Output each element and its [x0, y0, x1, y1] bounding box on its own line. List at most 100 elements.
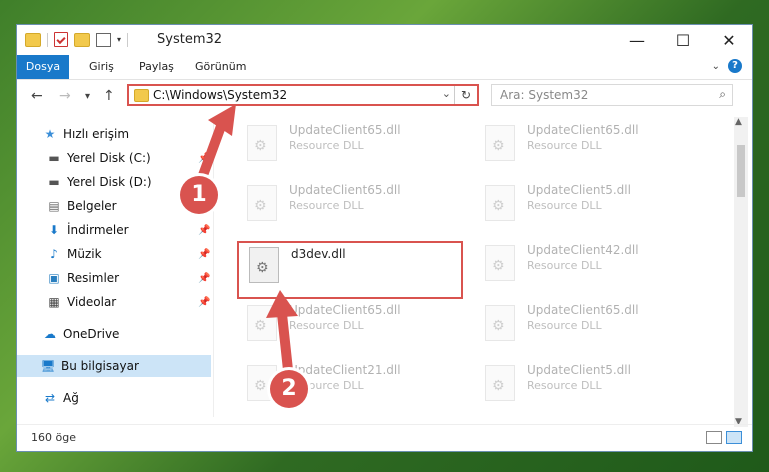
minimize-button[interactable]: — [614, 25, 660, 55]
file-item[interactable]: UpdateClient42.dll Resource DLL [475, 239, 675, 289]
sidebar-item-label: OneDrive [63, 327, 120, 341]
back-arrow-icon[interactable]: ← [31, 88, 43, 104]
file-item[interactable]: UpdateClient21.dll Resource DLL [237, 359, 437, 409]
file-type: Resource DLL [289, 199, 364, 212]
highlighted-file-item[interactable]: d3dev.dll [237, 241, 463, 299]
sidebar-item-documents[interactable]: ▤ Belgeler [47, 195, 117, 217]
pin-icon[interactable]: 📌 [198, 153, 210, 164]
sidebar-item-network[interactable]: ⇄ Ağ [43, 387, 79, 409]
computer-icon: 🖥 [40, 359, 56, 373]
maximize-button[interactable]: ☐ [660, 25, 706, 55]
new-folder-icon[interactable] [74, 32, 90, 47]
dll-file-icon [247, 305, 277, 341]
close-button[interactable]: ✕ [706, 25, 752, 55]
file-item[interactable]: UpdateClient65.dll Resource DLL [475, 119, 675, 169]
window-title: System32 [157, 32, 223, 47]
sidebar-item-label: Yerel Disk (C:) [67, 151, 151, 165]
dll-file-icon [247, 185, 277, 221]
quick-access-toolbar: ▾ [25, 32, 129, 47]
network-icon: ⇄ [44, 391, 56, 405]
status-bar: 160 öge [17, 424, 752, 451]
chevron-down-icon[interactable]: ⌄ [442, 87, 451, 100]
sidebar-item-quick-access[interactable]: ★ Hızlı erişim [43, 123, 129, 145]
tiles-view-icon[interactable] [726, 431, 742, 444]
file-type: Resource DLL [289, 319, 364, 332]
address-bar[interactable]: C:\Windows\System32 ⌄ ↻ [127, 84, 479, 106]
address-path[interactable]: C:\Windows\System32 [153, 88, 287, 102]
file-item-d3dev[interactable]: d3dev.dll [239, 243, 439, 293]
sidebar-item-this-pc[interactable]: 🖥 Bu bilgisayar [17, 355, 211, 377]
sidebar-item-label: Ağ [63, 391, 79, 405]
scroll-up-icon[interactable]: ▲ [735, 117, 742, 127]
pin-icon[interactable]: 📌 [198, 273, 210, 284]
drive-icon: ▬ [48, 175, 60, 189]
recent-chevron-icon[interactable]: ▾ [85, 91, 90, 102]
documents-icon: ▤ [48, 199, 60, 213]
sidebar-item-pictures[interactable]: ▣ Resimler [47, 267, 119, 289]
pin-icon[interactable]: 📌 [198, 249, 210, 260]
tab-file[interactable]: Dosya [17, 55, 69, 79]
separator [47, 32, 48, 47]
file-item[interactable]: UpdateClient5.dll Resource DLL [475, 359, 675, 409]
file-item[interactable]: UpdateClient65.dll Resource DLL [475, 299, 675, 349]
navigation-pane: ★ Hızlı erişim ▬ Yerel Disk (C:) 📌 ▬ Yer… [17, 117, 214, 417]
sidebar-item-label: Bu bilgisayar [61, 359, 139, 373]
dll-file-icon [249, 247, 279, 283]
file-name: UpdateClient42.dll [527, 243, 639, 257]
sidebar-item-disk-d[interactable]: ▬ Yerel Disk (D:) [47, 171, 152, 193]
chevron-down-icon[interactable]: ▾ [117, 35, 121, 44]
help-icon[interactable]: ? [728, 59, 742, 73]
pin-icon[interactable]: 📌 [198, 297, 210, 308]
file-name: UpdateClient5.dll [527, 363, 631, 377]
sidebar-item-downloads[interactable]: ⬇ İndirmeler [47, 219, 129, 241]
dll-file-icon [485, 365, 515, 401]
view-icon[interactable] [96, 32, 111, 47]
sidebar-item-label: Belgeler [67, 199, 117, 213]
file-item[interactable]: UpdateClient65.dll Resource DLL [237, 179, 437, 229]
dll-file-icon [485, 185, 515, 221]
file-type: Resource DLL [289, 139, 364, 152]
file-name: UpdateClient21.dll [289, 363, 401, 377]
sidebar-item-label: Müzik [67, 247, 102, 261]
dll-file-icon [247, 125, 277, 161]
file-type: Resource DLL [527, 139, 602, 152]
separator [127, 32, 129, 47]
pin-icon[interactable]: 📌 [198, 225, 210, 236]
sidebar-item-onedrive[interactable]: ☁ OneDrive [43, 323, 119, 345]
ribbon-tabs: Dosya Giriş Paylaş Görünüm ⌄ ? [17, 55, 752, 80]
refresh-icon[interactable]: ↻ [454, 86, 477, 104]
up-arrow-icon[interactable]: ↑ [103, 88, 115, 104]
properties-icon[interactable] [54, 32, 68, 47]
file-item[interactable]: UpdateClient65.dll Resource DLL [237, 299, 437, 349]
tab-home[interactable]: Giriş [89, 55, 114, 79]
vertical-scrollbar[interactable]: ▲ ▼ [734, 117, 748, 427]
sidebar-item-videos[interactable]: ▦ Videolar [47, 291, 116, 313]
search-input[interactable]: Ara: System32 ⌕ [491, 84, 733, 106]
dll-file-icon [485, 305, 515, 341]
sidebar-item-label: Resimler [67, 271, 120, 285]
chevron-down-icon[interactable]: ⌄ [712, 61, 720, 72]
tab-share[interactable]: Paylaş [139, 55, 174, 79]
forward-arrow-icon[interactable]: → [59, 88, 71, 104]
file-item[interactable]: UpdateClient65.dll Resource DLL [237, 119, 437, 169]
file-item[interactable]: UpdateClient5.dll Resource DLL [475, 179, 675, 229]
cloud-icon: ☁ [44, 327, 56, 341]
sidebar-item-label: Hızlı erişim [63, 127, 130, 141]
step-marker-1: 1 [180, 176, 218, 214]
scrollbar-thumb[interactable] [737, 145, 745, 197]
drive-icon: ▬ [48, 151, 60, 165]
file-name: UpdateClient65.dll [289, 303, 401, 317]
video-icon: ▦ [48, 295, 60, 309]
sidebar-item-label: Yerel Disk (D:) [67, 175, 152, 189]
navigation-bar: ← → ▾ ↑ C:\Windows\System32 ⌄ ↻ Ara: Sys… [17, 80, 752, 114]
search-placeholder: Ara: System32 [500, 88, 589, 102]
details-view-icon[interactable] [706, 431, 722, 444]
search-icon[interactable]: ⌕ [719, 87, 726, 102]
tab-view[interactable]: Görünüm [195, 55, 246, 79]
file-name: UpdateClient65.dll [289, 123, 401, 137]
title-bar: ▾ System32 — ☐ ✕ [17, 25, 752, 55]
sidebar-item-music[interactable]: ♪ Müzik [47, 243, 102, 265]
download-icon: ⬇ [48, 223, 60, 237]
sidebar-item-disk-c[interactable]: ▬ Yerel Disk (C:) [47, 147, 151, 169]
sidebar-item-label: Videolar [67, 295, 117, 309]
